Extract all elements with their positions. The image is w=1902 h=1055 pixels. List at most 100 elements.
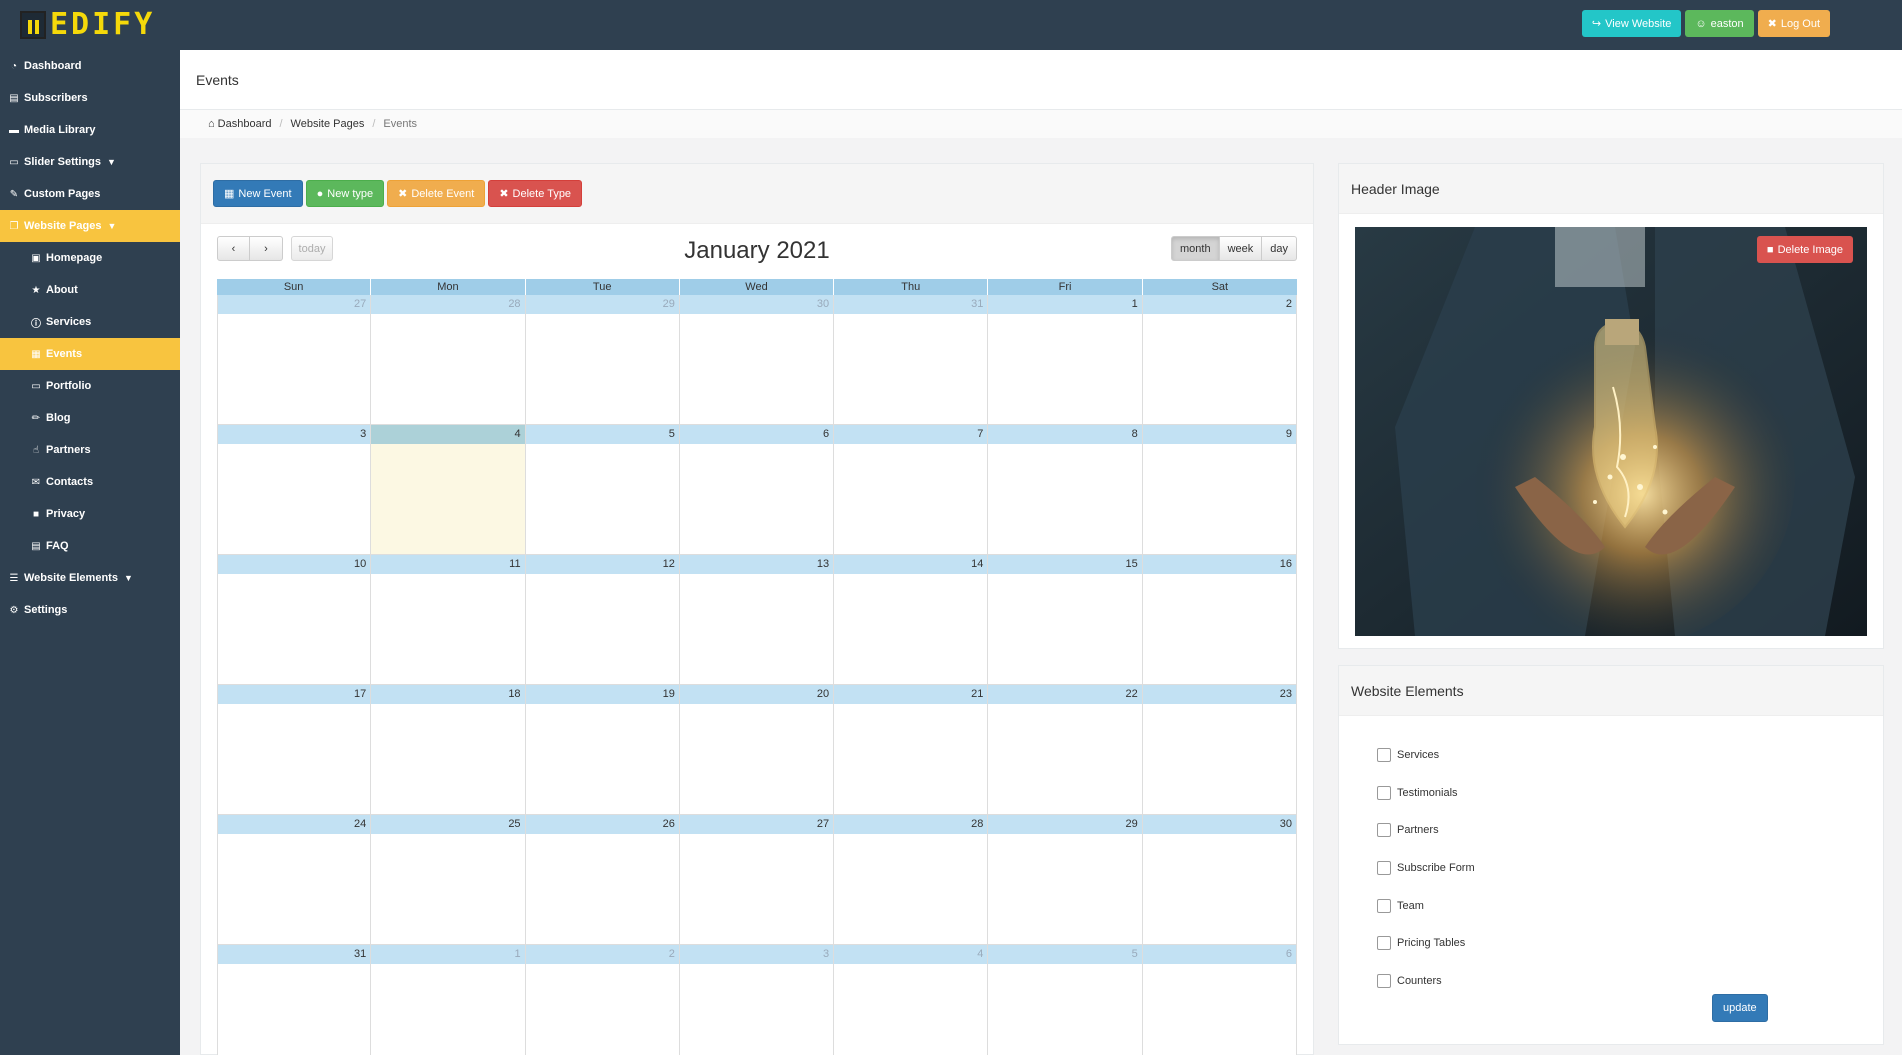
testimonials-checkbox[interactable] [1377, 785, 1391, 800]
team-checkbox[interactable] [1377, 898, 1391, 913]
calendar-day-cell[interactable]: 11 [371, 555, 526, 685]
calendar-day-cell[interactable]: 3 [679, 945, 835, 1055]
element-option-pricing-tables[interactable]: Pricing Tables [1377, 924, 1475, 962]
calendar-day-cell[interactable]: 24 [217, 815, 372, 945]
sidebar-item-slider-settings[interactable]: ▭ Slider Settings ▼ [0, 146, 180, 178]
sidebar-item-settings[interactable]: ⚙ Settings [0, 594, 180, 626]
element-option-services[interactable]: Services [1377, 736, 1475, 774]
prev-month-button[interactable]: ‹ [217, 236, 250, 261]
sidebar-item-partners[interactable]: ☝ Partners [0, 434, 180, 466]
sidebar-item-services[interactable]: ⓘ Services [0, 306, 180, 338]
calendar-day-cell[interactable]: 5 [988, 945, 1143, 1055]
new-type-button[interactable]: ● New type [305, 180, 385, 207]
delete-type-button[interactable]: ✖ Delete Type [488, 180, 583, 207]
calendar-day-cell[interactable]: 30 [679, 295, 835, 425]
weekday-header: Fri [988, 279, 1143, 295]
breadcrumb-dashboard[interactable]: Dashboard [218, 118, 272, 130]
sidebar-item-website-pages[interactable]: ❐ Website Pages ▼ [0, 210, 180, 242]
calendar-day-cell[interactable]: 6 [679, 425, 835, 555]
calendar-day-cell[interactable]: 27 [217, 295, 372, 425]
subscribe-form-checkbox[interactable] [1377, 860, 1391, 875]
element-option-partners[interactable]: Partners [1377, 811, 1475, 849]
calendar-day-cell[interactable]: 9 [1142, 425, 1297, 555]
calendar-day-cell[interactable]: 17 [217, 685, 372, 815]
sidebar-item-contacts[interactable]: ✉ Contacts [0, 466, 180, 498]
sidebar-item-privacy[interactable]: ■ Privacy [0, 498, 180, 530]
brand-logo[interactable]: EDIFY [20, 9, 155, 41]
calendar-day-cell[interactable]: 31 [834, 295, 989, 425]
calendar-day-cell[interactable]: 12 [525, 555, 680, 685]
calendar-day-cell[interactable]: 2 [1142, 295, 1297, 425]
calendar-day-cell[interactable]: 2 [525, 945, 680, 1055]
partners-checkbox[interactable] [1377, 823, 1391, 838]
calendar-day-cell[interactable]: 8 [988, 425, 1143, 555]
day-number: 3 [218, 425, 371, 444]
calendar-day-cell[interactable]: 7 [834, 425, 989, 555]
sidebar-item-dashboard[interactable]: ◔ Dashboard [0, 50, 180, 82]
calendar-day-cell[interactable]: 25 [371, 815, 526, 945]
calendar-day-cell[interactable]: 31 [217, 945, 372, 1055]
calendar-day-cell[interactable]: 1 [988, 295, 1143, 425]
update-button[interactable]: update [1712, 994, 1768, 1022]
sidebar-item-blog[interactable]: ✏ Blog [0, 402, 180, 434]
sidebar-item-homepage[interactable]: ▣ Homepage [0, 242, 180, 274]
calendar-day-cell[interactable]: 14 [834, 555, 989, 685]
calendar-day-cell[interactable]: 23 [1142, 685, 1297, 815]
calendar-day-cell[interactable]: 16 [1142, 555, 1297, 685]
month-view-button[interactable]: month [1170, 236, 1220, 261]
element-option-subscribe-form[interactable]: Subscribe Form [1377, 849, 1475, 887]
sidebar-item-custom-pages[interactable]: ✎ Custom Pages [0, 178, 180, 210]
calendar-day-cell[interactable]: 5 [525, 425, 680, 555]
element-option-testimonials[interactable]: Testimonials [1377, 774, 1475, 812]
calendar-day-cell[interactable]: 3 [217, 425, 372, 555]
pricing-tables-checkbox[interactable] [1377, 936, 1391, 951]
sidebar-item-subscribers[interactable]: ▤ Subscribers [0, 82, 180, 114]
calendar-day-cell[interactable]: 26 [525, 815, 680, 945]
calendar-day-cell[interactable]: 28 [371, 295, 526, 425]
calendar-day-cell[interactable]: 22 [988, 685, 1143, 815]
sidebar-item-website-elements[interactable]: ☰ Website Elements ▼ [0, 562, 180, 594]
calendar-day-cell[interactable]: 4 [371, 425, 526, 555]
calendar-day-cell[interactable]: 19 [525, 685, 680, 815]
sidebar-item-media-library[interactable]: ▬ Media Library [0, 114, 180, 146]
element-option-team[interactable]: Team [1377, 887, 1475, 925]
calendar-day-cell[interactable]: 20 [679, 685, 835, 815]
day-number: 29 [988, 815, 1142, 834]
calendar-day-cell[interactable]: 15 [988, 555, 1143, 685]
calendar-day-cell[interactable]: 27 [679, 815, 835, 945]
sidebar-item-faq[interactable]: ▤ FAQ [0, 530, 180, 562]
today-button[interactable]: today [291, 236, 333, 261]
delete-event-button[interactable]: ✖ Delete Event [387, 180, 486, 207]
week-view-button[interactable]: week [1219, 236, 1263, 261]
delete-image-button[interactable]: ■ Delete Image [1756, 236, 1853, 263]
calendar-day-cell[interactable]: 30 [1142, 815, 1297, 945]
new-event-button[interactable]: ▦ New Event [213, 180, 303, 207]
day-number: 8 [988, 425, 1142, 444]
website-elements-list: Services Testimonials Partners Subscribe… [1377, 736, 1475, 1000]
calendar-day-cell[interactable]: 13 [679, 555, 835, 685]
services-checkbox[interactable] [1377, 747, 1391, 762]
sidebar-item-about[interactable]: ★ About [0, 274, 180, 306]
calendar-day-cell[interactable]: 21 [834, 685, 989, 815]
day-view-button[interactable]: day [1262, 236, 1297, 261]
calendar-day-cell[interactable]: 6 [1142, 945, 1297, 1055]
weekday-header: Tue [526, 279, 680, 295]
caret-down-icon: ▼ [107, 221, 117, 231]
breadcrumb-website-pages[interactable]: Website Pages [291, 118, 365, 130]
element-option-counters[interactable]: Counters [1377, 962, 1475, 1000]
user-button[interactable]: ☺ easton [1685, 10, 1754, 37]
calendar-day-cell[interactable]: 28 [834, 815, 989, 945]
sidebar-item-events[interactable]: ▦ Events [0, 338, 180, 370]
sidebar-item-portfolio[interactable]: ▭ Portfolio [0, 370, 180, 402]
calendar-day-cell[interactable]: 10 [217, 555, 372, 685]
counters-checkbox[interactable] [1377, 973, 1391, 988]
next-month-button[interactable]: › [250, 236, 283, 261]
calendar-day-cell[interactable]: 18 [371, 685, 526, 815]
calendar-day-cell[interactable]: 4 [834, 945, 989, 1055]
view-website-button[interactable]: ↪ View Website [1581, 10, 1682, 37]
calendar-day-cell[interactable]: 1 [371, 945, 526, 1055]
logout-button[interactable]: ✖ Log Out [1757, 10, 1830, 37]
day-number: 20 [679, 685, 834, 704]
calendar-day-cell[interactable]: 29 [525, 295, 680, 425]
calendar-day-cell[interactable]: 29 [988, 815, 1143, 945]
